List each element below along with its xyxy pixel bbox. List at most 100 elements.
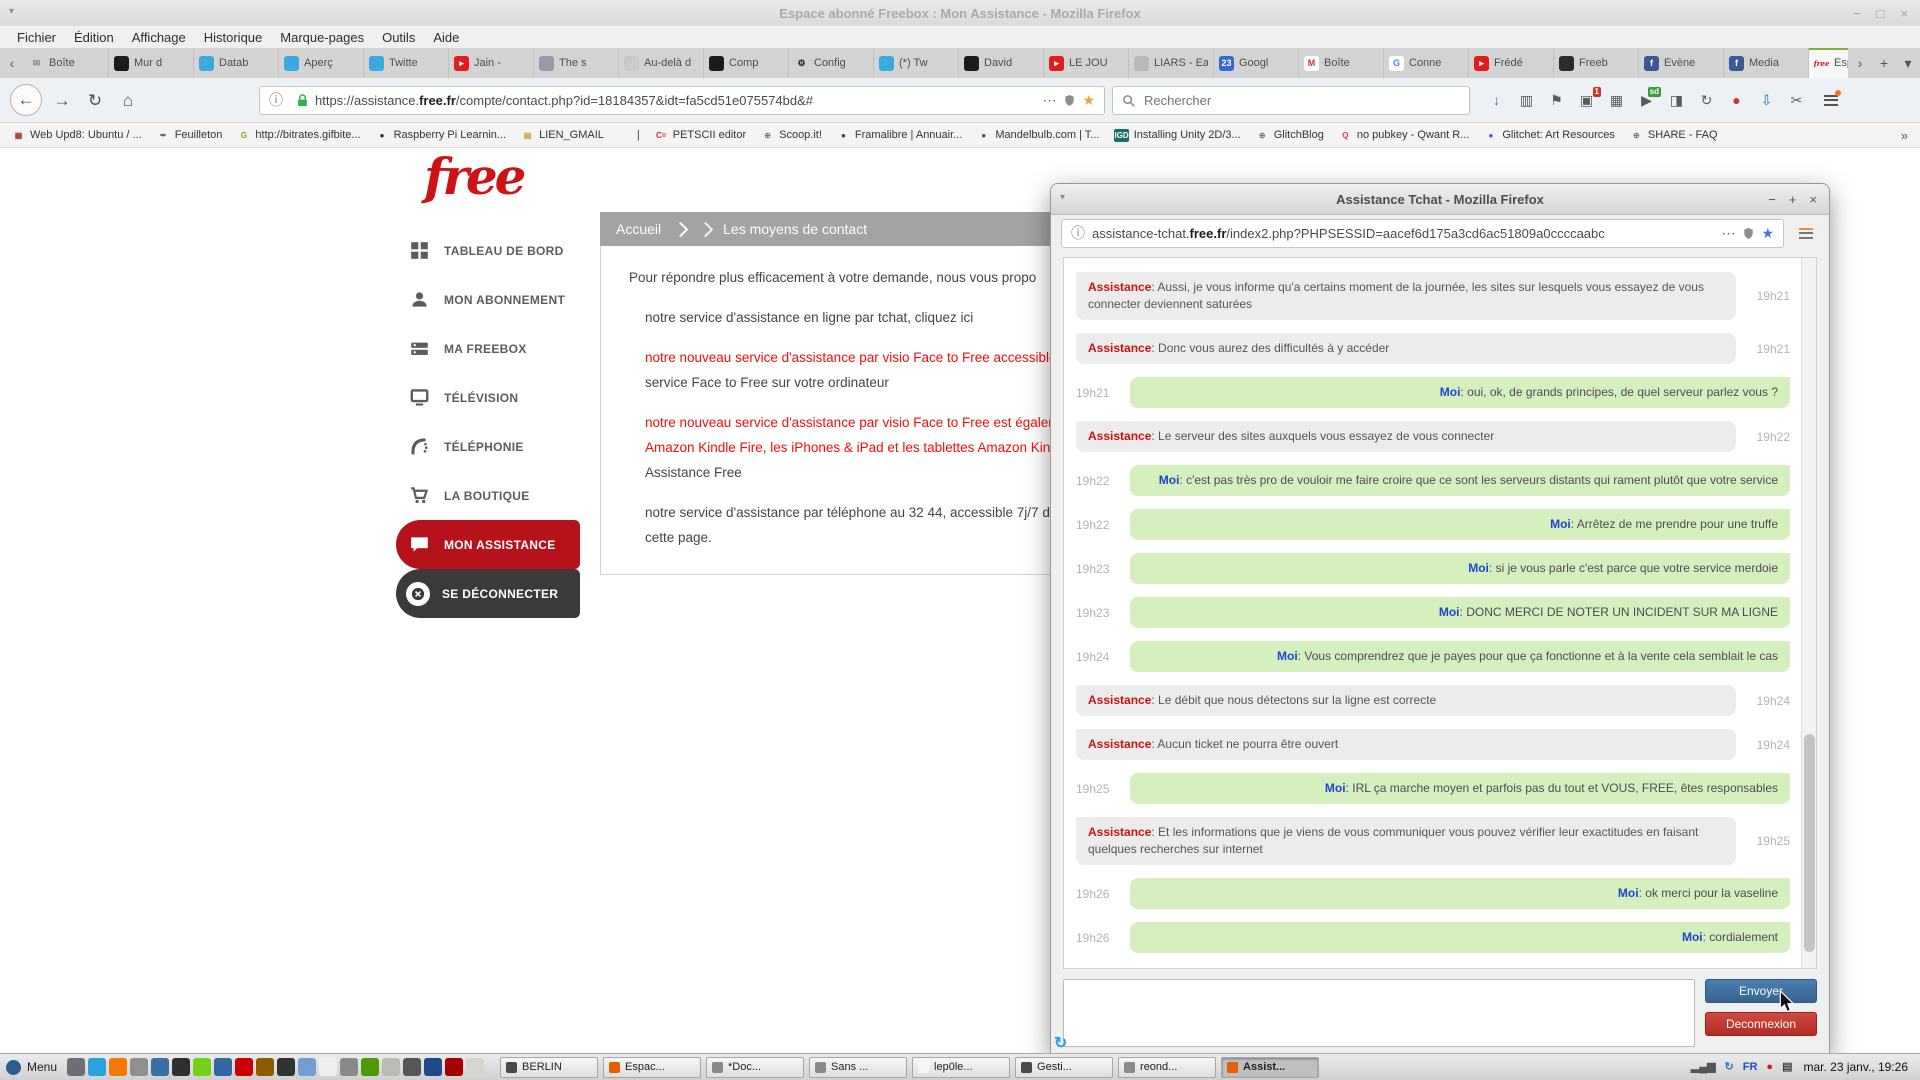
search-input[interactable] <box>1142 92 1460 109</box>
bookmark-item[interactable]: ▦ Web Upd8: Ubuntu / ... <box>12 129 142 142</box>
browser-tab[interactable]: Au-delà d <box>619 48 704 78</box>
browser-tab[interactable]: f Media <box>1724 48 1809 78</box>
main-window-titlebar[interactable]: ▾ Espace abonné Freebox : Mon Assistance… <box>0 0 1920 26</box>
bookmark-item[interactable]: | <box>619 129 640 142</box>
browser-tab[interactable]: free Esp × <box>1809 48 1848 78</box>
browser-tab[interactable]: (*) Tw <box>874 48 959 78</box>
browser-tab[interactable]: Freeb <box>1554 48 1639 78</box>
page-actions-icon[interactable]: ⋯ <box>1042 92 1057 109</box>
taskbar-window-button[interactable]: lep0le... <box>912 1057 1010 1078</box>
search-bar[interactable] <box>1112 86 1470 115</box>
browser-tab[interactable]: G Conne <box>1384 48 1469 78</box>
sidebar-item[interactable]: MA FREEBOX <box>396 324 580 373</box>
close-icon[interactable]: × <box>1809 192 1817 207</box>
taskbar-window-button[interactable]: Gesti... <box>1015 1057 1113 1078</box>
menu-item[interactable]: Marque-pages <box>271 28 373 47</box>
maximize-icon[interactable]: □ <box>1877 6 1885 21</box>
tray-icon[interactable]: ↻ <box>1725 1062 1734 1073</box>
tray-icon[interactable]: FR <box>1743 1062 1758 1073</box>
taskbar-app-icon[interactable] <box>361 1058 379 1076</box>
shield-icon[interactable] <box>1743 227 1754 240</box>
chat-message-input[interactable] <box>1063 979 1695 1047</box>
sidebar-item[interactable]: MON ASSISTANCE <box>396 520 580 569</box>
tray-icon[interactable]: ▂▄▆ <box>1691 1062 1716 1073</box>
taskbar-app-icon[interactable] <box>382 1058 400 1076</box>
browser-tab[interactable]: M Boîte <box>1299 48 1384 78</box>
taskbar-app-icon[interactable] <box>256 1058 274 1076</box>
taskbar-app-icon[interactable] <box>214 1058 232 1076</box>
free-logo[interactable]: free <box>424 152 523 202</box>
taskbar-app-icon[interactable] <box>445 1058 463 1076</box>
bookmark-item[interactable]: G http://bitrates.gifbite... <box>237 129 360 142</box>
browser-tab[interactable]: ▸ Jain - <box>449 48 534 78</box>
browser-tab[interactable]: LIARS - Ea <box>1129 48 1214 78</box>
scrollbar-thumb[interactable] <box>1804 734 1815 952</box>
bookmark-item[interactable]: IGD Installing Unity 2D/3... <box>1114 129 1240 142</box>
taskbar-app-icon[interactable] <box>403 1058 421 1076</box>
bookmark-item[interactable]: ✒ Feuilleton <box>157 129 223 142</box>
tray-icon[interactable]: ● <box>1766 1062 1773 1073</box>
bookmark-star-icon[interactable]: ★ <box>1761 226 1774 240</box>
sidebar-item[interactable]: TÉLÉVISION <box>396 373 580 422</box>
tray-icon[interactable]: ▤ <box>1782 1062 1792 1073</box>
taskbar-app-icon[interactable] <box>130 1058 148 1076</box>
bookmark-star-icon[interactable]: ★ <box>1082 93 1095 107</box>
taskbar-app-icon[interactable] <box>277 1058 295 1076</box>
bookmark-item[interactable]: ⊕ GlitchBlog <box>1256 129 1324 142</box>
clock[interactable]: mar. 23 janv., 19:26 <box>1803 1060 1908 1074</box>
taskbar-window-button[interactable]: Espac... <box>603 1057 701 1078</box>
browser-tab[interactable]: The s <box>534 48 619 78</box>
page-actions-icon[interactable]: ⋯ <box>1721 225 1736 242</box>
taskbar-app-icon[interactable] <box>109 1058 127 1076</box>
bookmark-item[interactable]: ● Mandelbulb.com | T... <box>977 129 1099 142</box>
forward-button[interactable]: → <box>49 92 75 109</box>
sidebar-item[interactable]: TABLEAU DE BORD <box>396 226 580 275</box>
taskbar-app-icon[interactable] <box>172 1058 190 1076</box>
toolbar-extension-icon[interactable]: ▦ <box>1603 87 1630 114</box>
back-button[interactable]: ← <box>10 84 42 116</box>
site-info-icon[interactable]: ⓘ <box>269 93 283 107</box>
scrollbar[interactable] <box>1801 258 1816 968</box>
home-button[interactable]: ⌂ <box>115 92 141 109</box>
tab-scroll-right-icon[interactable]: › <box>1848 48 1872 78</box>
list-all-tabs-icon[interactable]: ▾ <box>1896 48 1920 78</box>
toolbar-extension-icon[interactable]: ↓ <box>1483 87 1510 114</box>
disconnect-button[interactable]: Deconnexion <box>1705 1012 1817 1036</box>
menu-item[interactable]: Édition <box>65 28 123 47</box>
bookmark-item[interactable]: ▤ LIEN_GMAIL <box>521 129 604 142</box>
sidebar-item[interactable]: TÉLÉPHONIE <box>396 422 580 471</box>
taskbar-window-button[interactable]: BERLIN <box>500 1057 598 1078</box>
new-tab-button[interactable]: + <box>1872 48 1896 78</box>
toolbar-extension-icon[interactable]: ▶ sd <box>1633 87 1660 114</box>
toolbar-extension-icon[interactable]: ▥ <box>1513 87 1540 114</box>
taskbar-app-icon[interactable] <box>424 1058 442 1076</box>
browser-tab[interactable]: ⚙ Config <box>789 48 874 78</box>
taskbar-app-icon[interactable] <box>298 1058 316 1076</box>
bookmark-item[interactable]: ⊕ Scoop.it! <box>761 129 822 142</box>
taskbar-app-icon[interactable] <box>235 1058 253 1076</box>
toolbar-extension-icon[interactable]: ↻ <box>1693 87 1720 114</box>
taskbar-app-icon[interactable] <box>340 1058 358 1076</box>
menu-item[interactable]: Historique <box>195 28 272 47</box>
taskbar-app-icon[interactable] <box>67 1058 85 1076</box>
taskbar-app-icon[interactable] <box>319 1058 337 1076</box>
toolbar-extension-icon[interactable]: ▣ 1 <box>1573 87 1600 114</box>
menu-item[interactable]: Outils <box>373 28 424 47</box>
browser-tab[interactable]: ▸ LE JOU <box>1044 48 1129 78</box>
reload-button[interactable]: ↻ <box>82 92 108 109</box>
bookmark-item[interactable]: C= PETSCII editor <box>655 129 746 142</box>
toolbar-extension-icon[interactable]: ● <box>1723 87 1750 114</box>
sidebar-item[interactable]: MON ABONNEMENT <box>396 275 580 324</box>
minimize-icon[interactable]: − <box>1768 192 1776 207</box>
taskbar-window-button[interactable]: Sans ... <box>809 1057 907 1078</box>
taskbar-app-icon[interactable] <box>193 1058 211 1076</box>
close-icon[interactable]: × <box>1900 6 1908 21</box>
bookmark-item[interactable]: Q no pubkey - Qwant R... <box>1339 129 1470 142</box>
breadcrumb-home[interactable]: Accueil <box>616 221 661 237</box>
bookmarks-overflow-icon[interactable]: » <box>1901 128 1908 143</box>
browser-tab[interactable]: ▸ Frédé <box>1469 48 1554 78</box>
url-bar[interactable]: ⓘ https://assistance.free.fr/compte/cont… <box>259 86 1105 115</box>
window-shade-icon[interactable]: ▾ <box>1060 193 1065 203</box>
taskbar-app-icon[interactable] <box>88 1058 106 1076</box>
toolbar-extension-icon[interactable]: ◨ <box>1663 87 1690 114</box>
